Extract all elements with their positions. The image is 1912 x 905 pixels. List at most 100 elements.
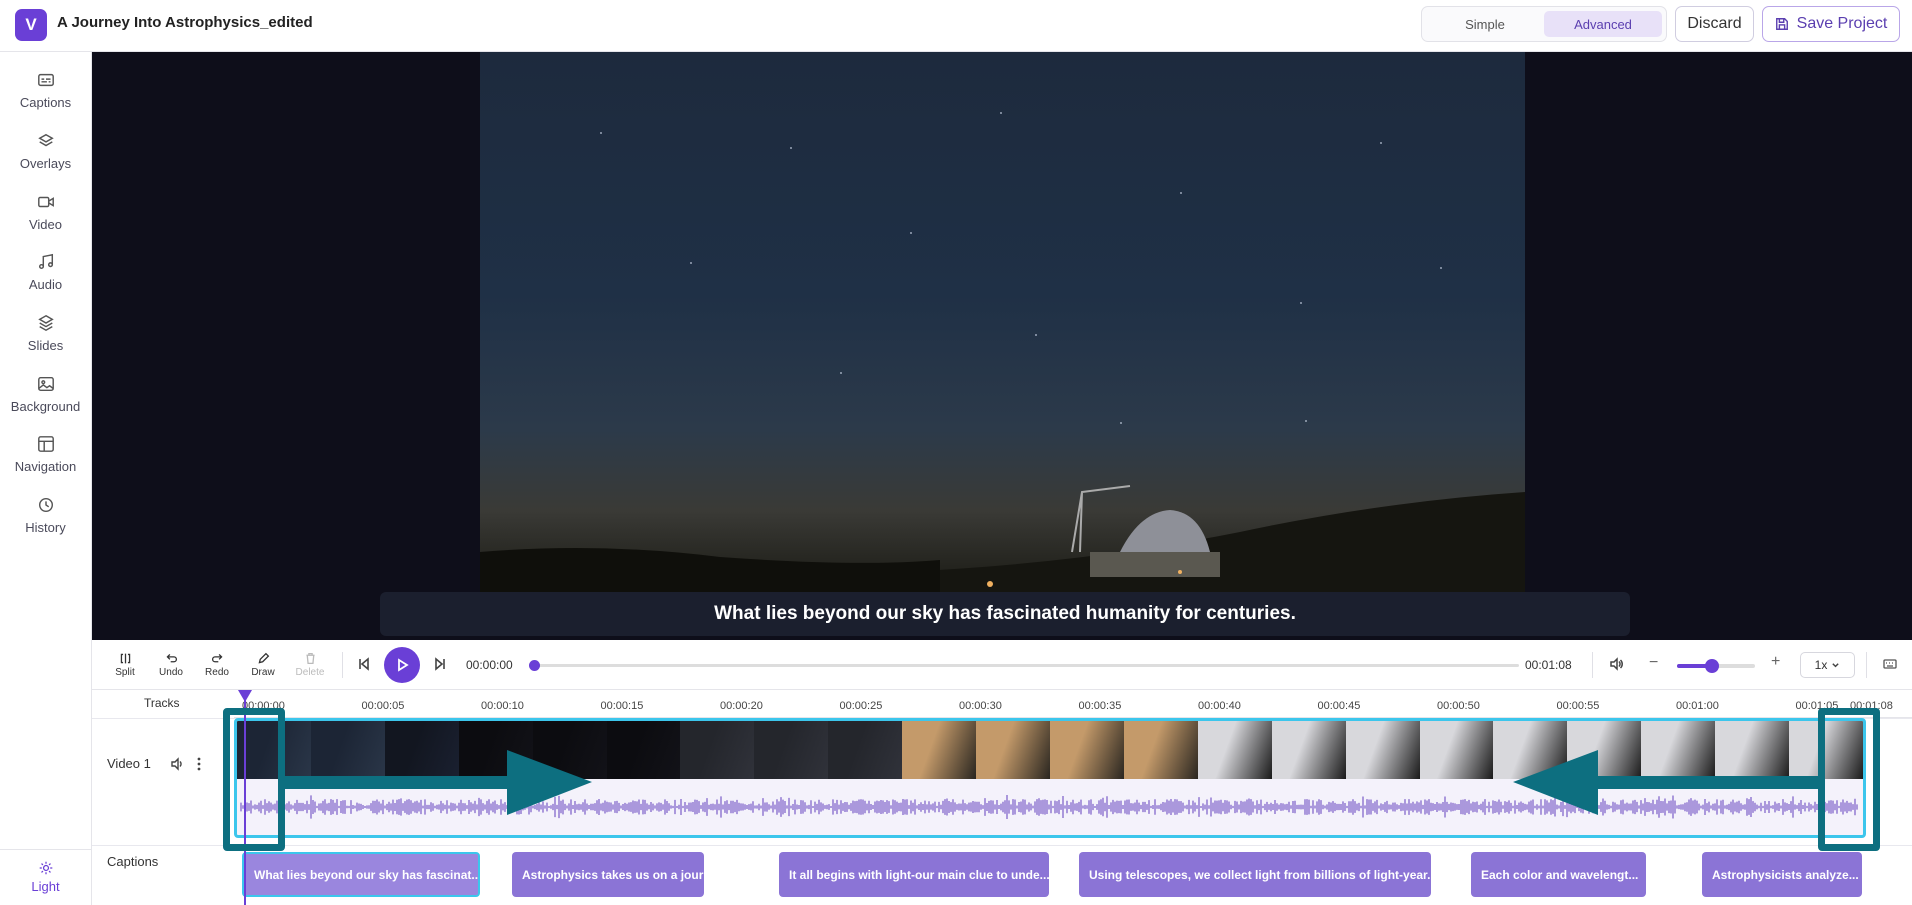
speed-select[interactable]: 1x — [1800, 652, 1855, 678]
caption-chip[interactable]: Each color and wavelengt... — [1471, 852, 1646, 897]
project-title[interactable]: A Journey Into Astrophysics_edited — [57, 14, 313, 31]
keyboard-icon[interactable] — [1883, 657, 1897, 671]
ruler-tick-label: 00:00:35 — [1078, 700, 1122, 712]
divider — [342, 652, 343, 678]
ruler-tick-label: 00:00:05 — [361, 700, 405, 712]
video-preview: What lies beyond our sky has fascinated … — [92, 52, 1912, 640]
ruler-tick-label: 00:01:00 — [1676, 700, 1719, 712]
app-logo: V — [15, 9, 47, 41]
trim-handle-highlight-right — [1818, 708, 1880, 851]
sidebar-item-label: Navigation — [14, 458, 77, 474]
sidebar-item-background[interactable]: Background — [0, 364, 91, 424]
sidebar-item-video[interactable]: Video — [0, 182, 91, 242]
zoom-in-button[interactable]: + — [1771, 653, 1780, 671]
video-thumbnail — [1123, 721, 1198, 779]
end-time: 00:01:08 — [1525, 658, 1572, 672]
video-thumbnail — [976, 721, 1050, 779]
sidebar: Captions Overlays Video Audio Slides Bac… — [0, 52, 92, 905]
ruler-tick-label: 00:00:10 — [481, 700, 524, 712]
mode-advanced-button[interactable]: Advanced — [1544, 11, 1662, 37]
theme-toggle[interactable]: Light — [0, 849, 91, 905]
redo-label: Redo — [205, 667, 229, 678]
ruler-tick-label: 00:00:30 — [959, 700, 1002, 712]
ruler-tick-label: 00:00:20 — [720, 700, 763, 712]
captions-track-label: Captions — [107, 854, 159, 869]
layers-icon — [37, 133, 54, 146]
split-button[interactable]: Split — [105, 650, 145, 680]
ruler-tick-label: 00:00:50 — [1437, 700, 1480, 712]
track-volume-icon[interactable] — [170, 757, 184, 771]
sidebar-item-audio[interactable]: Audio — [0, 242, 91, 302]
observatory-silhouette — [480, 485, 1525, 592]
save-project-label: Save Project — [1796, 15, 1888, 32]
draw-label: Draw — [251, 667, 275, 678]
track-menu-icon[interactable] — [196, 756, 202, 772]
sidebar-item-label: Background — [10, 398, 81, 414]
ruler-tick-label: 00:00:25 — [839, 700, 883, 712]
video-thumbnail — [1419, 721, 1494, 779]
video-track-label: Video 1 — [107, 756, 151, 771]
arrow-right-icon — [282, 750, 592, 815]
split-label: Split — [115, 667, 135, 678]
sidebar-item-history[interactable]: History — [0, 485, 91, 545]
sidebar-item-label: Slides — [27, 337, 64, 353]
video-thumbnail — [1197, 721, 1272, 779]
caption-chip[interactable]: Astrophysics takes us on a journey ... — [512, 852, 704, 897]
redo-button[interactable]: Redo — [197, 650, 237, 680]
video-thumbnail — [606, 721, 681, 779]
draw-button[interactable]: Draw — [243, 650, 283, 680]
history-icon — [38, 497, 53, 512]
timeline: Tracks 00:00:00 00:00:05 00:00:10 00:00:15 0… — [92, 690, 1912, 905]
theme-label: Light — [31, 879, 60, 894]
pencil-icon — [258, 652, 269, 664]
ruler-tick-label: 00:00:45 — [1317, 700, 1361, 712]
undo-button[interactable]: Undo — [151, 650, 191, 680]
ruler-tick-label: 00:00:40 — [1198, 700, 1241, 712]
zoom-out-button[interactable]: − — [1649, 654, 1658, 672]
skip-back-icon[interactable] — [357, 657, 371, 671]
sidebar-item-navigation[interactable]: Navigation — [0, 424, 91, 484]
slides-icon — [37, 314, 54, 331]
video-thumbnail — [754, 721, 829, 779]
video-frame[interactable] — [480, 52, 1525, 592]
divider — [1866, 652, 1867, 678]
zoom-slider[interactable] — [1677, 659, 1755, 673]
ruler-tick-label: 00:00:15 — [600, 700, 644, 712]
progress-handle[interactable] — [529, 660, 540, 671]
caption-chip[interactable]: It all begins with light-our main clue t… — [779, 852, 1049, 897]
sidebar-item-label: Audio — [28, 276, 63, 292]
save-project-button[interactable]: Save Project — [1762, 6, 1900, 42]
play-icon — [398, 658, 409, 672]
skip-forward-icon[interactable] — [433, 657, 447, 671]
trim-handle-highlight-left — [223, 708, 285, 851]
sidebar-item-captions[interactable]: Captions — [0, 60, 91, 120]
progress-bar[interactable] — [529, 660, 1519, 671]
sidebar-item-slides[interactable]: Slides — [0, 303, 91, 363]
arrow-left-icon — [1513, 750, 1823, 815]
discard-button[interactable]: Discard — [1675, 6, 1754, 42]
caption-chip[interactable]: Using telescopes, we collect light from … — [1079, 852, 1431, 897]
caption-chip[interactable]: Astrophysicists analyze... — [1702, 852, 1862, 897]
chevron-down-icon — [1832, 662, 1840, 667]
speed-value: 1x — [1814, 658, 1828, 672]
mode-simple-button[interactable]: Simple — [1426, 11, 1544, 37]
caption-chip[interactable]: What lies beyond our sky has fascinat... — [242, 852, 480, 897]
layout-icon — [37, 435, 54, 452]
split-icon — [120, 653, 130, 664]
trash-icon — [305, 652, 315, 665]
image-icon — [37, 376, 54, 391]
video-thumbnail — [1271, 721, 1346, 779]
sun-icon — [39, 861, 52, 875]
undo-icon — [166, 653, 177, 663]
play-button[interactable] — [384, 647, 420, 683]
save-icon — [1775, 18, 1788, 30]
delete-button[interactable]: Delete — [290, 650, 330, 680]
ruler-tick-label: 00:00:55 — [1556, 700, 1600, 712]
caption-overlay[interactable]: What lies beyond our sky has fascinated … — [380, 592, 1630, 636]
playback-controls: Split Undo Redo Draw Delete 00:00:00 00:… — [92, 640, 1912, 690]
time-ruler[interactable]: 00:00:00 00:00:05 00:00:10 00:00:15 00:00:20… — [234, 690, 1912, 718]
sidebar-item-overlays[interactable]: Overlays — [0, 121, 91, 181]
volume-icon[interactable] — [1609, 657, 1623, 671]
sidebar-item-label: History — [25, 519, 66, 535]
zoom-handle[interactable] — [1705, 659, 1720, 673]
